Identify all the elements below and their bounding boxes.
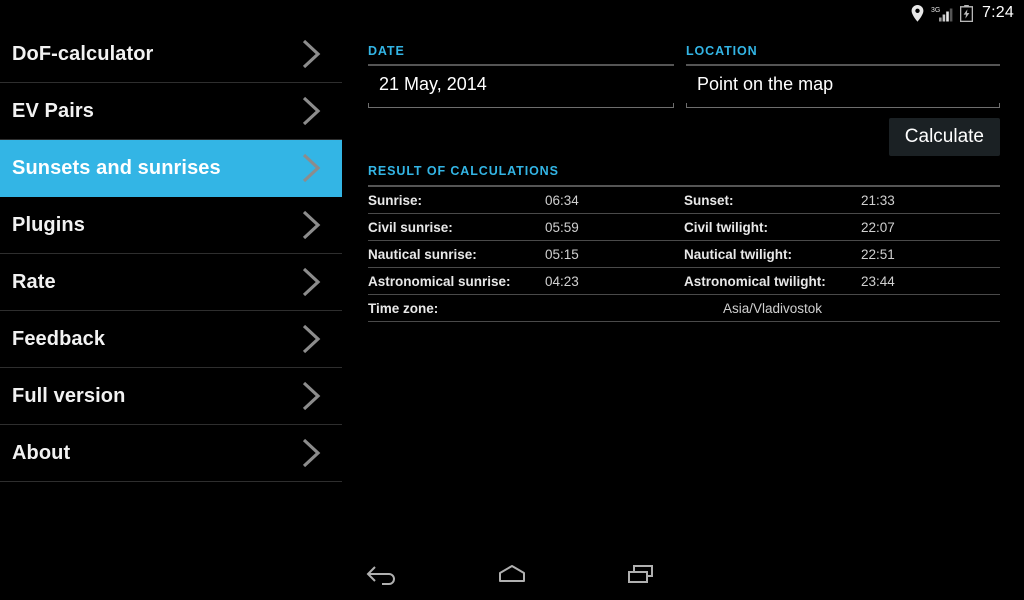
svg-text:3G: 3G [931,7,940,14]
sidebar-item-label: Rate [12,270,56,293]
timezone-value: Asia/Vladivostok [544,294,1000,322]
result-right-value: 23:44 [860,267,1000,295]
battery-charging-icon [960,4,974,22]
chevron-right-icon [302,153,321,183]
sidebar-item-ev-pairs[interactable]: EV Pairs [0,83,342,140]
result-right-value: 22:07 [860,213,1000,241]
chevron-right-icon [302,39,321,69]
location-field-group: LOCATION Point on the map [686,44,1000,108]
sidebar-item-label: DoF-calculator [12,42,154,65]
android-navigation-bar [0,548,1024,600]
results-section: RESULT OF CALCULATIONS Sunrise: 06:34 Suns… [368,164,1000,322]
table-row: Sunrise: 06:34 Sunset: 21:33 [368,187,1000,214]
result-right-value: 22:51 [860,240,1000,268]
sidebar-item-label: Full version [12,384,126,407]
sidebar-item-label: Plugins [12,213,85,236]
recents-icon[interactable] [596,548,686,600]
result-left-value: 05:15 [544,240,684,268]
main-content: DATE 21 May, 2014 LOCATION Point on the … [342,26,1024,548]
result-left-label: Astronomical sunrise: [368,267,545,295]
table-row: Nautical sunrise: 05:15 Nautical twilight:… [368,240,1000,268]
chevron-right-icon [302,438,321,468]
table-row-timezone: Time zone: Asia/Vladivostok [368,294,1000,322]
sidebar-item-label: Feedback [12,327,106,350]
result-right-label: Sunset: [683,187,861,214]
sidebar-item-label: Sunsets and sunrises [12,156,221,179]
calculate-button[interactable]: Calculate [888,118,1000,156]
date-field-group: DATE 21 May, 2014 [368,44,674,108]
sidebar-item-about[interactable]: About [0,425,342,482]
result-left-value: 06:34 [544,187,684,214]
sidebar-item-full-version[interactable]: Full version [0,368,342,425]
location-pin-icon [911,4,924,22]
sidebar-item-label: About [12,441,71,464]
result-left-value: 05:59 [544,213,684,241]
table-row: Civil sunrise: 05:59 Civil twilight: 22:07 [368,213,1000,241]
chevron-right-icon [302,210,321,240]
location-input[interactable]: Point on the map [686,66,1000,102]
location-input-underline [686,102,1000,108]
results-table: Sunrise: 06:34 Sunset: 21:33 Civil sunrise: 0… [368,187,1000,322]
status-clock: 7:24 [982,4,1014,21]
chevron-right-icon [302,381,321,411]
sidebar-item-label: EV Pairs [12,99,94,122]
location-field-label: LOCATION [686,44,758,58]
table-row: Astronomical sunrise: 04:23 Astronomical t… [368,267,1000,295]
chevron-right-icon [302,324,321,354]
sidebar-item-dof-calculator[interactable]: DoF-calculator [0,26,342,83]
chevron-right-icon [302,96,321,126]
result-right-label: Nautical twilight: [683,240,861,268]
result-left-label: Civil sunrise: [368,213,545,241]
date-input[interactable]: 21 May, 2014 [368,66,674,102]
home-icon[interactable] [467,548,557,600]
status-bar: 3G 7:24 [0,0,1024,26]
result-left-label: Sunrise: [368,187,545,214]
date-field-label: DATE [368,44,405,58]
sidebar-item-sunsets-and-sunrises[interactable]: Sunsets and sunrises [0,140,342,197]
chevron-right-icon [302,267,321,297]
date-input-underline [368,102,674,108]
result-right-label: Civil twilight: [683,213,861,241]
result-right-value: 21:33 [860,187,1000,214]
signal-3g-icon: 3G [931,5,953,22]
back-icon[interactable] [340,548,430,600]
result-left-value: 04:23 [544,267,684,295]
results-title: RESULT OF CALCULATIONS [368,164,559,178]
result-right-label: Astronomical twilight: [683,267,861,295]
sidebar-item-plugins[interactable]: Plugins [0,197,342,254]
sidebar-item-feedback[interactable]: Feedback [0,311,342,368]
timezone-label: Time zone: [368,294,545,322]
sidebar-navigation: DoF-calculator EV Pairs Sunsets and sunris… [0,26,342,482]
result-left-label: Nautical sunrise: [368,240,545,268]
sidebar-item-rate[interactable]: Rate [0,254,342,311]
